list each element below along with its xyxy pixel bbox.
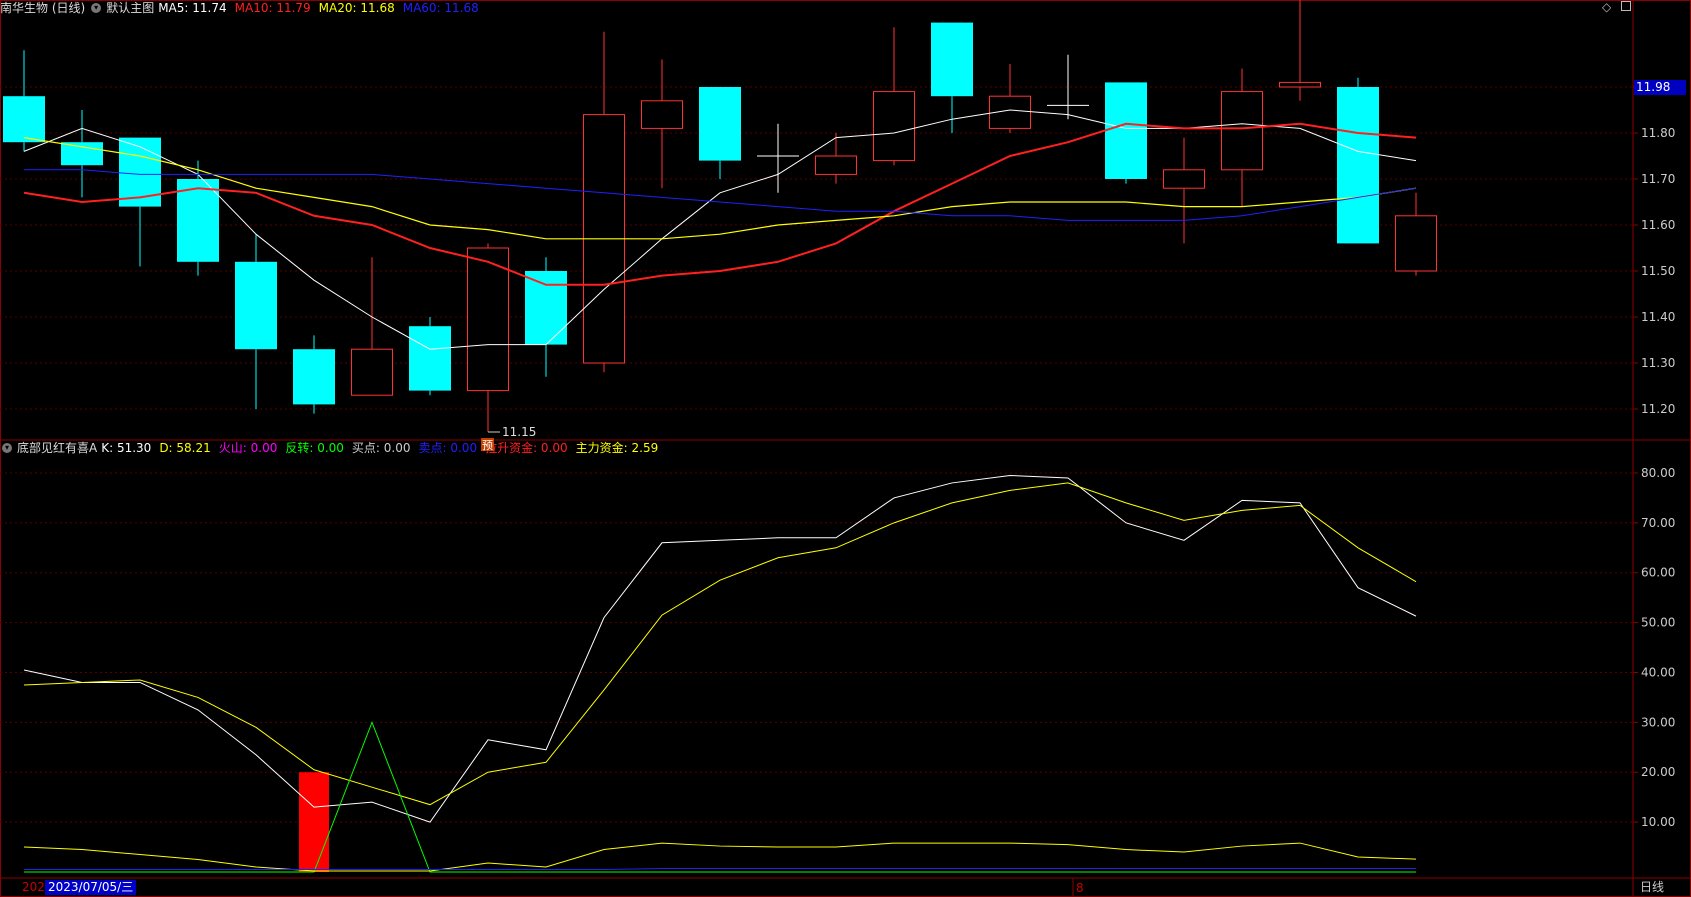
indicator-tick-label: 40.00 <box>1641 665 1675 679</box>
indicator-tick-label: 30.00 <box>1641 715 1675 729</box>
price-tick-label: 11.60 <box>1641 218 1675 232</box>
price-tick-label: 11.70 <box>1641 172 1675 186</box>
candle-body <box>873 91 915 162</box>
indicator-line-主力资金 <box>23 842 1417 872</box>
candle-body <box>1279 81 1321 88</box>
indicator-tick-label: 10.00 <box>1641 815 1675 829</box>
period-label[interactable]: 日线 <box>1640 880 1664 895</box>
low-price-label: 11.15 <box>502 425 536 439</box>
candle-body <box>3 96 45 143</box>
indicator-line-卖点 <box>24 868 1416 871</box>
indicator-tick-label: 80.00 <box>1641 466 1675 480</box>
candle-body <box>351 348 393 396</box>
price-tick-label: 11.50 <box>1641 264 1675 278</box>
candle-body <box>1221 91 1263 171</box>
indicator-bar <box>299 772 329 872</box>
price-tick-label: 11.20 <box>1641 402 1675 416</box>
candle-body <box>467 247 509 392</box>
price-tick-label: 11.40 <box>1641 310 1675 324</box>
stock-chart[interactable]: 11.9011.8011.7011.6011.5011.4011.3011.20… <box>0 0 1691 897</box>
month-marker: 8 <box>1076 881 1084 895</box>
candle-body <box>699 87 741 161</box>
crosshair-date: 2023/07/05/三 <box>45 880 137 895</box>
indicator-line-K <box>23 474 1417 823</box>
candle-body <box>815 155 857 175</box>
candle-body <box>409 326 451 391</box>
candle-body <box>1105 82 1147 179</box>
candle-body <box>641 100 683 129</box>
candle-body <box>1395 215 1437 272</box>
candle-body <box>293 349 335 405</box>
candle-body <box>61 142 103 166</box>
price-tick-label: 11.80 <box>1641 126 1675 140</box>
forecast-badge-label: 预 <box>482 439 493 452</box>
date-prefix: 202 <box>22 880 45 894</box>
candle-body <box>119 137 161 207</box>
candle-body <box>931 22 973 97</box>
candle-body <box>1163 169 1205 189</box>
indicator-tick-label: 70.00 <box>1641 516 1675 530</box>
indicator-line-D <box>23 482 1417 806</box>
current-price-tag: 11.98 <box>1634 80 1686 95</box>
indicator-tick-label: 60.00 <box>1641 566 1675 580</box>
price-tick-label: 11.30 <box>1641 356 1675 370</box>
candle-body <box>1337 87 1379 244</box>
indicator-tick-label: 50.00 <box>1641 616 1675 630</box>
candle-body <box>235 261 277 350</box>
indicator-tick-label: 20.00 <box>1641 765 1675 779</box>
candle-body <box>525 271 567 345</box>
outer-frame <box>0 0 1691 897</box>
